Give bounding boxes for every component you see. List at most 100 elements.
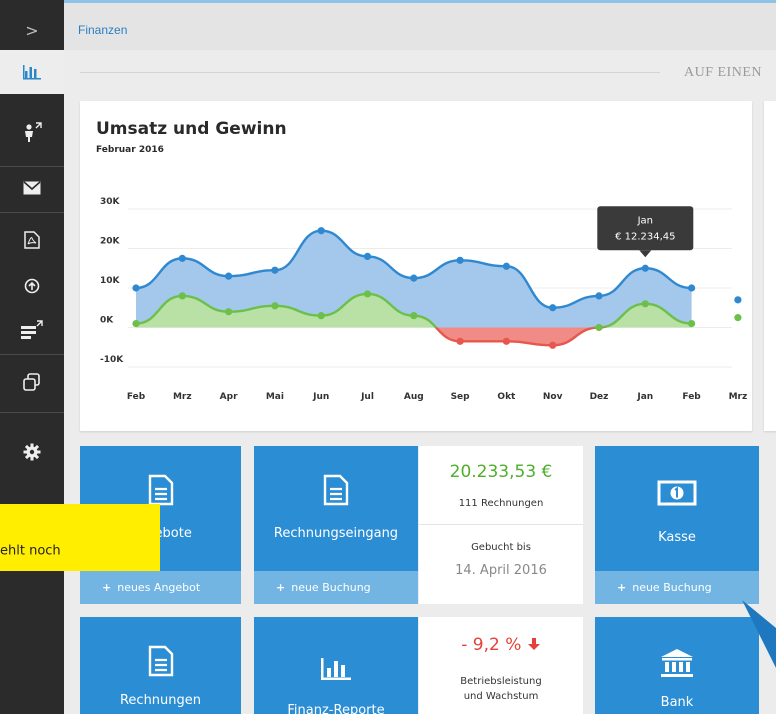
envelope-icon <box>23 181 41 195</box>
profit-point <box>688 319 696 328</box>
bank-icon <box>661 649 693 677</box>
corner-arrow-decoration <box>742 600 776 668</box>
x-tick-label: Jul <box>360 392 374 402</box>
document-icon <box>148 645 173 677</box>
profit-point <box>549 341 557 349</box>
tooltip-value: € 12.234,45 <box>615 231 675 242</box>
pdf-icon <box>24 231 40 249</box>
revenue-point <box>317 227 325 235</box>
tile-rechnungen[interactable]: Rechnungen <box>80 617 241 714</box>
y-tick-label: -10K <box>100 355 124 365</box>
invoice-count: 111 Rechnungen <box>458 498 544 509</box>
tile-kasse[interactable]: Kasse + neue Buchung <box>595 446 759 604</box>
tile-label: Kasse <box>658 530 696 545</box>
revenue-point <box>456 256 464 264</box>
section-divider <box>80 72 660 73</box>
breadcrumb[interactable]: Finanzen <box>78 23 127 37</box>
revenue-point <box>132 284 140 292</box>
revenue-point <box>595 292 603 300</box>
new-offer-button[interactable]: + neues Angebot <box>80 571 241 604</box>
profit-point <box>502 337 510 345</box>
x-tick-label: Nov <box>543 392 563 402</box>
copy-icon <box>23 373 40 391</box>
user-link-icon <box>25 122 42 142</box>
y-tick-label: 20K <box>100 237 121 247</box>
change-desc-line2: und Wachstum <box>463 691 539 702</box>
revenue-point <box>688 284 696 292</box>
sidebar-item-kontakte[interactable] <box>0 112 64 152</box>
profit-point <box>132 319 140 328</box>
x-tick-label: Mrz <box>729 392 748 402</box>
profit-point <box>456 337 464 345</box>
tile-bank[interactable]: Bank <box>595 617 759 714</box>
revenue-point <box>363 252 372 260</box>
sidebar-item-upload[interactable] <box>0 266 64 306</box>
x-tick-label: Feb <box>127 392 146 402</box>
booked-label: Gebucht bis <box>471 542 531 553</box>
help-note-text: ehlt noch <box>0 543 61 559</box>
x-tick-label: Mrz <box>173 392 192 402</box>
profit-point <box>317 312 325 320</box>
revenue-point <box>410 274 418 282</box>
sidebar-toggle[interactable]: > <box>0 12 64 48</box>
sidebar-item-einstellungen[interactable] <box>0 432 64 472</box>
chevron-right-icon: > <box>25 20 39 40</box>
tile-rechnungseingang[interactable]: Rechnungseingang + neue Buchung <box>254 446 418 604</box>
chart-card: 30K 20K 10K 0K -10K Feb Mrz Apr Mai Jun Jul Aug Sep O… <box>80 101 752 431</box>
tile-label: Bank <box>660 695 694 710</box>
profit-point <box>410 312 418 320</box>
x-tick-label: Okt <box>497 392 516 402</box>
cash-icon <box>657 480 697 506</box>
new-booking-button[interactable]: + neue Buchung <box>595 571 759 604</box>
x-tick-label: Apr <box>220 392 238 402</box>
sidebar-item-kopieren[interactable] <box>0 362 64 402</box>
profit-point <box>734 314 742 322</box>
arrow-down-icon <box>527 638 540 650</box>
tooltip-pointer <box>639 250 652 258</box>
chart-bar-icon <box>23 65 41 80</box>
tooltip-month: Jan <box>637 215 653 226</box>
revenue-point <box>225 272 233 280</box>
y-tick-label: 30K <box>100 197 121 207</box>
revenue-point <box>734 296 742 304</box>
new-booking-button[interactable]: + neue Buchung <box>254 571 418 604</box>
help-note: ehlt noch <box>0 504 160 571</box>
x-tick-label: Sep <box>451 392 471 402</box>
x-tick-label: Jan <box>636 392 653 402</box>
tile-label: Rechnungen <box>119 693 202 708</box>
performance-stats-card: - 9,2 % Betriebsleistung und Wachstum <box>419 617 583 714</box>
sidebar-item-listen[interactable] <box>0 310 64 350</box>
tile-label: Rechnungseingang <box>273 526 399 541</box>
profit-point <box>178 292 186 300</box>
sidebar-item-finanzen[interactable] <box>0 50 64 94</box>
booked-date: 14. April 2016 <box>455 563 547 578</box>
x-tick-label: Jun <box>312 392 329 402</box>
upload-icon <box>24 278 40 294</box>
revenue-profit-chart[interactable]: 30K 20K 10K 0K -10K Feb Mrz Apr Mai Jun Jul Aug Sep O… <box>80 101 752 431</box>
y-tick-label: 0K <box>100 316 114 326</box>
list-link-icon <box>21 320 43 339</box>
sidebar-item-dokumente[interactable] <box>0 220 64 260</box>
revenue-point <box>641 264 649 272</box>
invoice-stats-card: 20.233,53 € 111 Rechnungen Gebucht bis 1… <box>419 446 583 604</box>
profit-point <box>595 323 603 332</box>
chart-subtitle: Februar 2016 <box>96 145 164 155</box>
top-bar: Finanzen <box>64 0 776 50</box>
chart-bar-icon <box>321 658 351 680</box>
revenue-point <box>178 254 186 262</box>
revenue-point <box>271 266 279 274</box>
change-value: - 9,2 % <box>419 635 583 655</box>
revenue-point <box>549 304 557 312</box>
x-tick-label: Feb <box>682 392 701 402</box>
total-amount: 20.233,53 € <box>449 462 553 482</box>
tooltip-box <box>597 206 694 251</box>
y-tick-label: 10K <box>100 276 121 286</box>
x-tick-label: Aug <box>404 392 424 402</box>
tile-finanz-reporte[interactable]: Finanz-Reporte <box>254 617 418 714</box>
sidebar-item-nachrichten[interactable] <box>0 168 64 208</box>
section-title: AUF EINEN <box>684 65 762 80</box>
profit-point <box>641 300 649 308</box>
revenue-point <box>502 262 510 270</box>
profit-point <box>225 308 233 316</box>
x-tick-label: Mai <box>266 392 284 402</box>
